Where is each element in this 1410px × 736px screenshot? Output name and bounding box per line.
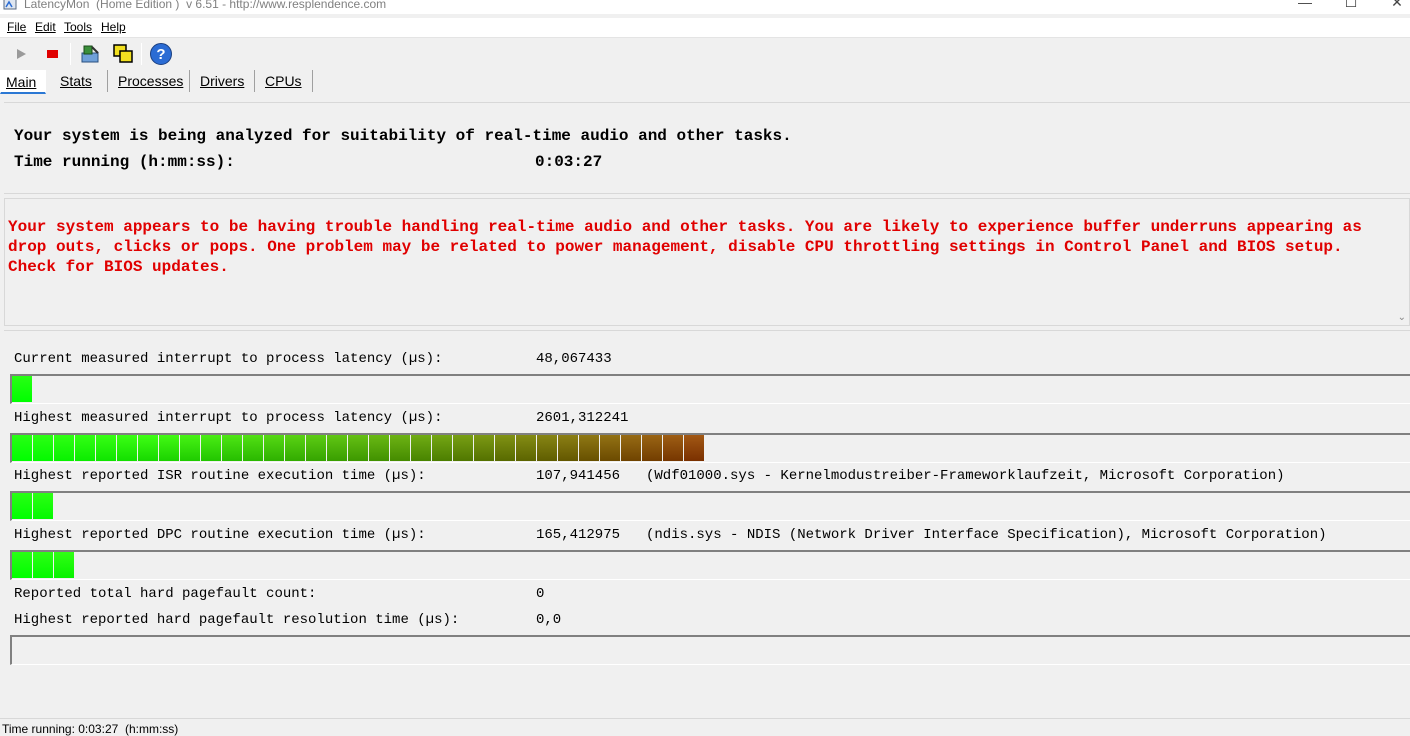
minimize-button[interactable]: — [1282,0,1328,14]
bar-segment [12,493,32,519]
bar-segment [33,493,53,519]
metric-value: 0 [536,586,545,602]
metric-label: Highest reported DPC routine execution t… [14,527,426,543]
bar-segment [600,435,620,461]
windows-button[interactable] [110,41,136,67]
menu-file[interactable]: File [7,20,26,34]
stop-icon [47,50,58,58]
toolbar: ? [0,39,1410,68]
metric-label: Current measured interrupt to process la… [14,351,443,367]
app-icon [3,0,17,10]
analysis-status: Your system is being analyzed for suitab… [14,127,792,145]
tab-stats[interactable]: Stats [55,70,97,94]
menu-help[interactable]: Help [101,20,126,34]
metric-driver: (ndis.sys - NDIS (Network Driver Interfa… [646,527,1327,543]
help-button[interactable]: ? [148,41,174,67]
bar-segment [495,435,515,461]
tab-processes[interactable]: Processes [113,70,188,94]
stop-button[interactable] [39,41,65,67]
metric-label: Highest measured interrupt to process la… [14,410,443,426]
latency-bar [10,374,1410,404]
window-title: LatencyMon (Home Edition ) v 6.51 - http… [24,0,387,11]
bar-segment [285,435,305,461]
bar-segment [516,435,536,461]
drivers-icon [81,45,99,63]
metric-value: 165,412975 [536,527,621,543]
tab-cpus[interactable]: CPUs [260,70,307,94]
metric-value: 2601,312241 [536,410,629,426]
bar-segment [12,376,32,402]
bar-segment [12,552,32,578]
svg-text:?: ? [156,46,165,63]
bar-segment [264,435,284,461]
metrics-panel: Current measured interrupt to process la… [4,330,1410,714]
bar-segment [75,435,95,461]
bar-segment [411,435,431,461]
scroll-down-icon[interactable]: ⌄ [1398,312,1406,323]
time-running-label: Time running (h:mm:ss): [14,153,235,171]
tab-drivers[interactable]: Drivers [195,70,249,94]
bar-segment [327,435,347,461]
latency-bar [10,635,1410,665]
bar-segment [306,435,326,461]
help-icon: ? [150,43,172,65]
windows-icon [113,44,133,63]
status-bar: Time running: 0:03:27 (h:mm:ss) [0,718,1410,736]
metric-value: 0,0 [536,612,562,628]
metric-label: Highest reported hard pagefault resoluti… [14,612,460,628]
bar-segment [348,435,368,461]
close-button[interactable]: ✕ [1374,0,1410,14]
bar-segment [180,435,200,461]
bar-segment [54,435,74,461]
metric-value: 48,067433 [536,351,612,367]
bar-segment [54,552,74,578]
bar-segment [642,435,662,461]
bar-segment [117,435,137,461]
bar-segment [243,435,263,461]
metric-label: Highest reported ISR routine execution t… [14,468,426,484]
warning-message: Your system appears to be having trouble… [8,218,1362,276]
bar-segment [138,435,158,461]
latency-bar [10,550,1410,580]
bar-segment [33,552,53,578]
tab-bar: Main Stats Processes Drivers CPUs [0,68,1410,94]
drivers-button[interactable] [77,41,103,67]
title-bar: LatencyMon (Home Edition ) v 6.51 - http… [0,0,1410,14]
bar-segment [96,435,116,461]
menu-tools[interactable]: Tools [64,20,92,34]
bar-segment [390,435,410,461]
bar-segment [369,435,389,461]
bar-segment [201,435,221,461]
metric-label: Reported total hard pagefault count: [14,586,317,602]
bar-segment [33,435,53,461]
menu-edit[interactable]: Edit [35,20,56,34]
bar-segment [159,435,179,461]
bar-segment [537,435,557,461]
bar-segment [432,435,452,461]
metric-value: 107,941456 [536,468,621,484]
bar-segment [474,435,494,461]
start-button[interactable] [8,41,34,67]
maximize-button[interactable]: ☐ [1328,0,1374,14]
bar-segment [621,435,641,461]
bar-segment [684,435,704,461]
bar-segment [453,435,473,461]
bar-segment [558,435,578,461]
bar-segment [663,435,683,461]
bar-segment [222,435,242,461]
tab-main[interactable]: Main [0,70,46,94]
status-text: Time running: 0:03:27 (h:mm:ss) [2,722,179,736]
warning-panel: Your system appears to be having trouble… [4,198,1410,326]
time-running-value: 0:03:27 [535,153,603,171]
menu-bar: File Edit Tools Help [0,18,1410,38]
play-icon [17,49,26,59]
latency-bar [10,433,1410,463]
analysis-panel: Your system is being analyzed for suitab… [4,102,1410,194]
metric-driver: (Wdf01000.sys - Kernelmodustreiber-Frame… [646,468,1285,484]
latency-bar [10,491,1410,521]
bar-segment [579,435,599,461]
bar-segment [12,435,32,461]
